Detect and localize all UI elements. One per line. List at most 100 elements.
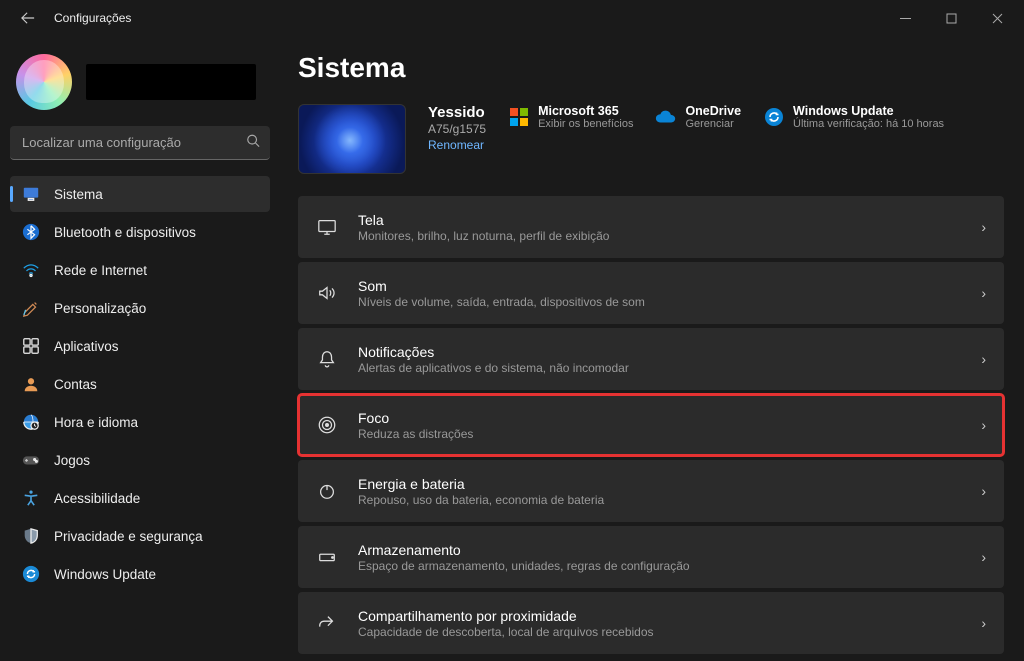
- chevron-right-icon: ›: [981, 351, 986, 367]
- nav-label: Bluetooth e dispositivos: [54, 225, 196, 240]
- window-title: Configurações: [54, 11, 131, 25]
- onedrive-icon: [655, 106, 677, 128]
- row-title: Notificações: [358, 344, 981, 360]
- sidebar: Sistema Bluetooth e dispositivos Rede e In…: [0, 36, 280, 661]
- pc-name: Yessido: [428, 104, 486, 121]
- content: Sistema Yessido A75/g1575 Renomear Micro…: [280, 36, 1024, 661]
- chevron-right-icon: ›: [981, 417, 986, 433]
- minimize-button[interactable]: [882, 2, 928, 34]
- nav-item-privacidade[interactable]: Privacidade e segurança: [10, 518, 270, 554]
- row-title: Foco: [358, 410, 981, 426]
- nav-label: Windows Update: [54, 567, 156, 582]
- nav-item-rede[interactable]: Rede e Internet: [10, 252, 270, 288]
- nav-item-sistema[interactable]: Sistema: [10, 176, 270, 212]
- row-title: Armazenamento: [358, 542, 981, 558]
- settings-list: TelaMonitores, brilho, luz noturna, perf…: [298, 196, 1004, 654]
- chevron-right-icon: ›: [981, 219, 986, 235]
- setting-row-armazenamento[interactable]: ArmazenamentoEspaço de armazenamento, un…: [298, 526, 1004, 588]
- row-sub: Capacidade de descoberta, local de arqui…: [358, 625, 981, 639]
- pc-rename-link[interactable]: Renomear: [428, 138, 486, 152]
- nav-item-update[interactable]: Windows Update: [10, 556, 270, 592]
- setting-row-foco[interactable]: FocoReduza as distrações›: [298, 394, 1004, 456]
- nav-label: Hora e idioma: [54, 415, 138, 430]
- row-sub: Espaço de armazenamento, unidades, regra…: [358, 559, 981, 573]
- notificacoes-icon: [316, 348, 338, 370]
- row-sub: Alertas de aplicativos e do sistema, não…: [358, 361, 981, 375]
- update-sub: Última verificação: há 10 horas: [793, 118, 944, 130]
- chevron-right-icon: ›: [981, 483, 986, 499]
- m365-title: Microsoft 365: [538, 104, 633, 118]
- chevron-right-icon: ›: [981, 549, 986, 565]
- profile[interactable]: [16, 54, 270, 110]
- maximize-button[interactable]: [928, 2, 974, 34]
- window-controls: [882, 2, 1020, 34]
- close-button[interactable]: [974, 2, 1020, 34]
- back-button[interactable]: [16, 6, 40, 30]
- energia-icon: [316, 480, 338, 502]
- pc-model: A75/g1575: [428, 122, 486, 136]
- search-icon: [246, 134, 260, 153]
- setting-row-energia[interactable]: Energia e bateriaRepouso, uso da bateria…: [298, 460, 1004, 522]
- tela-icon: [316, 216, 338, 238]
- nav-list: Sistema Bluetooth e dispositivos Rede e In…: [10, 176, 270, 592]
- pc-thumbnail[interactable]: [298, 104, 406, 174]
- nav-item-bluetooth[interactable]: Bluetooth e dispositivos: [10, 214, 270, 250]
- avatar: [16, 54, 72, 110]
- profile-name-redacted: [86, 64, 256, 100]
- page-title: Sistema: [298, 52, 1004, 84]
- sistema-icon: [22, 185, 40, 203]
- chevron-right-icon: ›: [981, 615, 986, 631]
- search: [10, 126, 270, 160]
- row-title: Compartilhamento por proximidade: [358, 608, 981, 624]
- nav-label: Acessibilidade: [54, 491, 140, 506]
- setting-row-som[interactable]: SomNíveis de volume, saída, entrada, dis…: [298, 262, 1004, 324]
- setting-row-notificacoes[interactable]: NotificaçõesAlertas de aplicativos e do …: [298, 328, 1004, 390]
- row-sub: Monitores, brilho, luz noturna, perfil d…: [358, 229, 981, 243]
- nav-label: Privacidade e segurança: [54, 529, 203, 544]
- nav-item-jogos[interactable]: Jogos: [10, 442, 270, 478]
- nav-label: Contas: [54, 377, 97, 392]
- nav-label: Personalização: [54, 301, 146, 316]
- nav-item-aplicativos[interactable]: Aplicativos: [10, 328, 270, 364]
- titlebar: Configurações: [0, 0, 1024, 36]
- service-update[interactable]: Windows UpdateÚltima verificação: há 10 …: [763, 104, 944, 130]
- pc-card: Yessido A75/g1575 Renomear Microsoft 365…: [298, 104, 1004, 174]
- som-icon: [316, 282, 338, 304]
- armazenamento-icon: [316, 546, 338, 568]
- chevron-right-icon: ›: [981, 285, 986, 301]
- update-title: Windows Update: [793, 104, 944, 118]
- nav-item-personalizacao[interactable]: Personalização: [10, 290, 270, 326]
- m365-icon: [508, 106, 530, 128]
- onedrive-sub: Gerenciar: [685, 118, 741, 130]
- foco-icon: [316, 414, 338, 436]
- update-icon: [763, 106, 785, 128]
- setting-row-tela[interactable]: TelaMonitores, brilho, luz noturna, perf…: [298, 196, 1004, 258]
- service-m365[interactable]: Microsoft 365Exibir os benefícios: [508, 104, 633, 130]
- row-sub: Níveis de volume, saída, entrada, dispos…: [358, 295, 981, 309]
- row-sub: Reduza as distrações: [358, 427, 981, 441]
- rede-icon: [22, 261, 40, 279]
- nav-label: Jogos: [54, 453, 90, 468]
- nav-label: Rede e Internet: [54, 263, 147, 278]
- privacidade-icon: [22, 527, 40, 545]
- service-onedrive[interactable]: OneDriveGerenciar: [655, 104, 741, 130]
- nav-item-acessibilidade[interactable]: Acessibilidade: [10, 480, 270, 516]
- row-title: Som: [358, 278, 981, 294]
- bluetooth-icon: [22, 223, 40, 241]
- personalizacao-icon: [22, 299, 40, 317]
- onedrive-title: OneDrive: [685, 104, 741, 118]
- compartilhamento-icon: [316, 612, 338, 634]
- nav-label: Sistema: [54, 187, 103, 202]
- row-title: Energia e bateria: [358, 476, 981, 492]
- search-input[interactable]: [10, 126, 270, 160]
- nav-label: Aplicativos: [54, 339, 119, 354]
- hora-icon: [22, 413, 40, 431]
- setting-row-compartilhamento[interactable]: Compartilhamento por proximidadeCapacida…: [298, 592, 1004, 654]
- nav-item-contas[interactable]: Contas: [10, 366, 270, 402]
- row-title: Tela: [358, 212, 981, 228]
- aplicativos-icon: [22, 337, 40, 355]
- acessibilidade-icon: [22, 489, 40, 507]
- jogos-icon: [22, 451, 40, 469]
- m365-sub: Exibir os benefícios: [538, 118, 633, 130]
- nav-item-hora[interactable]: Hora e idioma: [10, 404, 270, 440]
